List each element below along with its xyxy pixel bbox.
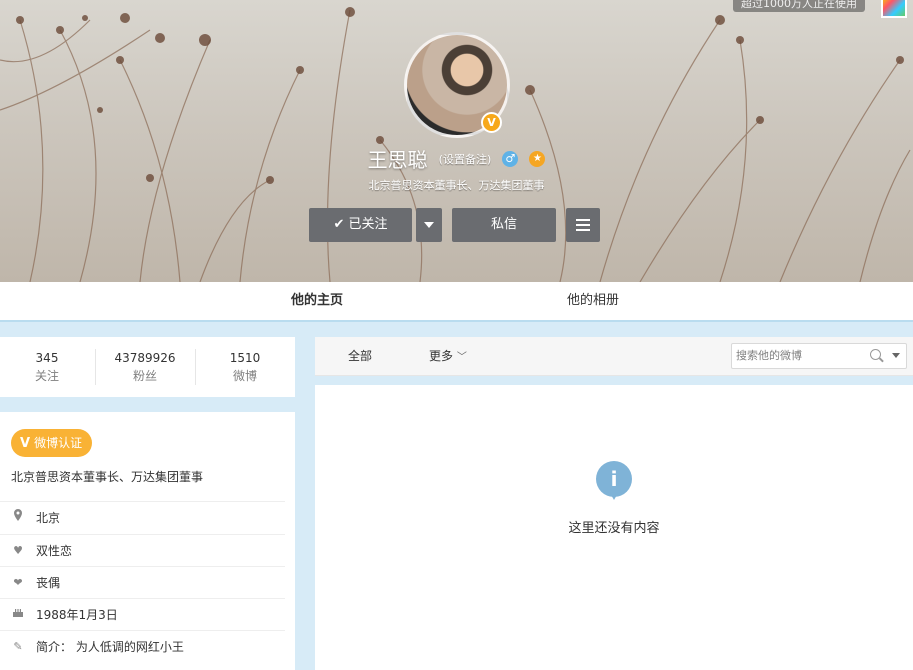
tab-home[interactable]: 他的主页 (282, 282, 352, 322)
location-text: 北京 (36, 511, 61, 525)
tabs-divider (0, 320, 913, 322)
profile-name: 王思聪 (367, 148, 428, 172)
profile-tabs: 他的主页 他的相册 (0, 282, 913, 322)
location-icon (11, 502, 25, 534)
set-remark-link[interactable]: (设置备注) (439, 153, 492, 166)
chevron-down-icon: ﹀ (456, 352, 467, 363)
filter-more[interactable]: 更多 ﹀ (429, 337, 467, 377)
filter-all[interactable]: 全部 (348, 337, 372, 375)
stats-card: 345 关注 43789926 粉丝 1510 微博 (0, 337, 295, 397)
feed-filter-bar: 全部 更多 ﹀ (315, 337, 913, 376)
cover-banner: 超过1000万人正在使用 V 王思聪 (设置备注) ♂ ★ 北京普思资本董事长、… (0, 0, 913, 282)
stat-weibo-label: 微博 (232, 369, 257, 383)
filter-more-label: 更多 (429, 349, 454, 363)
check-icon: ✔ (333, 217, 345, 232)
profile-name-line: 王思聪 (设置备注) ♂ ★ (0, 144, 913, 173)
app-icon[interactable] (881, 0, 907, 18)
male-gender-icon: ♂ (502, 150, 519, 167)
cake-icon (11, 599, 25, 631)
followed-button-label: 已关注 (348, 217, 388, 232)
edit-icon: ✎ (13, 640, 23, 653)
search-icon[interactable] (870, 349, 881, 360)
verified-v-icon: V (20, 436, 31, 451)
info-row-birthday: 1988年1月3日 (0, 598, 285, 631)
relationship-text: 丧偶 (36, 576, 61, 590)
stat-followers-value: 43789926 (114, 351, 176, 365)
search-options-icon[interactable] (892, 353, 900, 358)
info-icon-tail (610, 493, 618, 500)
tab-album[interactable]: 他的相册 (555, 282, 631, 320)
stat-following-label: 关注 (34, 369, 59, 383)
intro-text: 简介： 为人低调的网红小王 (36, 640, 184, 654)
stat-following-value: 345 (35, 351, 59, 365)
info-row-location: 北京 (0, 501, 285, 534)
birthday-text: 1988年1月3日 (36, 608, 118, 622)
medal-icon[interactable]: ★ (529, 150, 546, 167)
stat-followers-label: 粉丝 (132, 369, 157, 383)
empty-message: 这里还没有内容 (568, 521, 660, 536)
weibo-cert-label: 微博认证 (34, 436, 83, 450)
heart-icon: ♥ (13, 544, 23, 557)
stat-following[interactable]: 345 关注 (0, 337, 94, 397)
info-row-orientation: ♥ 双性恋 (0, 534, 285, 567)
info-card: V 微博认证 北京普思资本董事长、万达集团董事 北京 ♥ 双性恋 ❤ 丧偶 198… (0, 412, 295, 670)
feed-panel: i 这里还没有内容 (315, 385, 913, 670)
cert-description: 北京普思资本董事长、万达集团董事 (11, 470, 204, 484)
follow-options-button[interactable] (416, 208, 442, 242)
hearts-icon: ❤ (13, 576, 23, 589)
followed-button[interactable]: ✔ 已关注 (309, 208, 412, 242)
chevron-down-icon (424, 221, 434, 228)
info-icon: i (596, 461, 632, 497)
stat-followers[interactable]: 43789926 粉丝 (96, 337, 194, 397)
weibo-search (731, 343, 907, 369)
weibo-cert-badge[interactable]: V 微博认证 (11, 429, 93, 457)
verified-badge-icon: V (481, 112, 502, 133)
search-input[interactable] (736, 346, 860, 364)
user-count-badge: 超过1000万人正在使用 (733, 0, 865, 12)
stat-weibo-value: 1510 (229, 351, 261, 365)
profile-bio: 北京普思资本董事长、万达集团董事 (368, 179, 545, 192)
stat-weibo[interactable]: 1510 微博 (196, 337, 294, 397)
info-row-relationship: ❤ 丧偶 (0, 566, 285, 599)
orientation-text: 双性恋 (36, 544, 73, 558)
more-menu-button[interactable] (566, 208, 600, 242)
hamburger-icon (576, 216, 590, 234)
message-button[interactable]: 私信 (452, 208, 556, 242)
info-row-intro: ✎ 简介： 为人低调的网红小王 (0, 630, 285, 663)
